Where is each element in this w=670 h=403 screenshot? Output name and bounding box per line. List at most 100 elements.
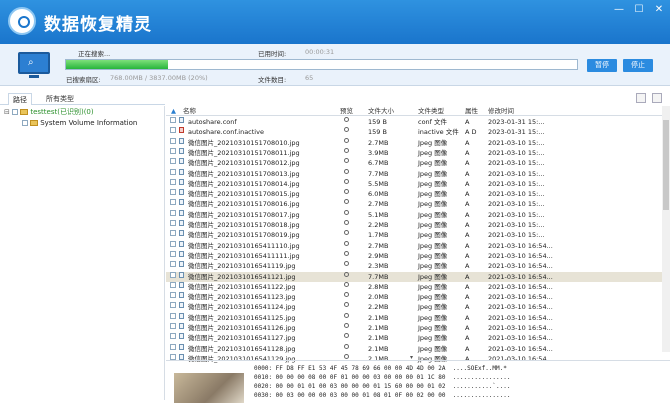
tree-item-root[interactable]: ⊟ testtest(已识别)(0) <box>4 107 94 117</box>
file-attr: A <box>465 200 470 209</box>
file-row[interactable]: 微信图片_20210310151708016.jpg 2.7MB Jpeg 图像 A 2… <box>166 199 662 209</box>
minimize-icon[interactable]: — <box>610 3 628 17</box>
sort-arrow-icon[interactable]: ▲ <box>171 106 176 116</box>
tab-path[interactable]: 路径 <box>8 93 32 105</box>
file-size: 2.3MB <box>368 262 389 271</box>
file-row[interactable]: 微信图片_20210310151708013.jpg 7.7MB Jpeg 图像 A 2… <box>166 168 662 179</box>
file-list-scrollbar[interactable] <box>662 106 670 352</box>
file-row[interactable]: 微信图片_2021031016541123.jpg 2.0MB Jpeg 图像 A 20… <box>166 292 662 302</box>
file-row[interactable]: 微信图片_20210310151708017.jpg 5.1MB Jpeg 图像 A 2… <box>166 209 662 220</box>
stop-button[interactable]: 停止 <box>623 59 653 72</box>
file-row[interactable]: 微信图片_20210310151708012.jpg 6.7MB Jpeg 图像 A 2… <box>166 158 662 168</box>
file-row[interactable]: 微信图片_2021031016541121.jpg 7.7MB Jpeg 图像 A 20… <box>166 271 662 282</box>
file-row[interactable]: 微信图片_20210310151708011.jpg 3.9MB Jpeg 图像 A 2… <box>166 147 662 158</box>
file-attr: A <box>465 169 470 178</box>
file-row[interactable]: 微信图片_20210310151708019.jpg 1.7MB Jpeg 图像 A 2… <box>166 230 662 240</box>
file-attr: A <box>465 159 470 168</box>
tree-root-label: testtest(已识别)(0) <box>30 108 94 116</box>
file-type: Jpeg 图像 <box>418 159 448 168</box>
file-type: Jpeg 图像 <box>418 334 448 343</box>
searched-value: 768.00MB / 3837.00MB (20%) <box>110 74 208 82</box>
file-attr: A <box>465 148 470 157</box>
tree-item-system-volume[interactable]: System Volume Information <box>22 118 137 128</box>
file-type: Jpeg 图像 <box>418 190 448 199</box>
file-type: conf 文件 <box>418 118 448 126</box>
scan-progress-bar <box>65 59 578 70</box>
file-type: Jpeg 图像 <box>418 282 448 291</box>
file-size: 6.7MB <box>368 159 389 168</box>
file-row[interactable]: 微信图片_20210310151708010.jpg 2.7MB Jpeg 图像 A 2… <box>166 137 662 148</box>
file-attr: A <box>465 303 470 312</box>
file-attr: A <box>465 221 470 229</box>
file-type: Jpeg 图像 <box>418 179 448 188</box>
hex-line: 0000: FF D8 FF E1 53 4F 45 78 69 66 00 0… <box>254 365 507 372</box>
file-name: 微信图片_2021031016541124.jpg <box>188 303 296 312</box>
pause-button[interactable]: 暂停 <box>587 59 617 72</box>
view-list-icon[interactable] <box>652 93 662 103</box>
file-name: 微信图片_20210310151708017.jpg <box>188 210 300 219</box>
scan-status-panel: ⌕ 正在搜索... 已用时间: 00:00:31 暂停 停止 已搜索扇区: 76… <box>0 44 670 86</box>
file-row[interactable]: autoshare.conf 159 B conf 文件 A 2023-01-31 15… <box>166 117 662 127</box>
file-row[interactable]: autoshare.conf.inactive 159 B inactive 文件 A… <box>166 127 662 137</box>
file-modified: 2021-03-10 16:54... <box>488 334 553 343</box>
file-attr: A <box>465 334 470 343</box>
image-preview-thumbnail <box>174 373 244 403</box>
file-modified: 2021-03-10 15:... <box>488 200 545 209</box>
checkbox[interactable] <box>12 109 19 115</box>
column-modified[interactable]: 修改时间 <box>488 106 514 116</box>
file-size: 2.8MB <box>368 282 389 291</box>
file-row[interactable]: 微信图片_20210310165411111.jpg 2.9MB Jpeg 图像 A 2… <box>166 250 662 261</box>
file-attr: A <box>465 190 470 199</box>
tree-child-label: System Volume Information <box>40 119 138 127</box>
view-grid-icon[interactable] <box>636 93 646 103</box>
file-row[interactable]: 微信图片_2021031016541119.jpg 2.3MB Jpeg 图像 A 20… <box>166 261 662 271</box>
file-name: 微信图片_2021031016541128.jpg <box>188 344 296 353</box>
file-modified: 2021-03-10 15:... <box>488 148 545 157</box>
file-modified: 2021-03-10 15:... <box>488 159 545 168</box>
file-type: Jpeg 图像 <box>418 231 448 240</box>
file-name: 微信图片_20210310151708010.jpg <box>188 138 300 147</box>
column-attr[interactable]: 属性 <box>465 106 478 116</box>
file-size: 1.7MB <box>368 231 389 240</box>
file-row[interactable]: 微信图片_20210310151708014.jpg 5.5MB Jpeg 图像 A 2… <box>166 178 662 189</box>
file-attr: A <box>465 344 470 353</box>
scrollbar-thumb[interactable] <box>663 120 669 210</box>
file-name: 微信图片_2021031016541125.jpg <box>188 313 296 322</box>
monitor-search-icon: ⌕ <box>18 52 50 78</box>
close-icon[interactable]: ✕ <box>650 3 668 17</box>
file-size: 159 B <box>368 128 387 137</box>
file-row[interactable]: 微信图片_2021031016541127.jpg 2.1MB Jpeg 图像 A 20… <box>166 333 662 343</box>
checkbox[interactable] <box>22 120 28 126</box>
file-modified: 2021-03-10 16:54... <box>488 272 553 281</box>
file-size: 7.7MB <box>368 272 389 281</box>
file-size: 3.9MB <box>368 148 389 157</box>
file-row[interactable]: 微信图片_2021031016541122.jpg 2.8MB Jpeg 图像 A 20… <box>166 281 662 292</box>
file-row[interactable]: 微信图片_20210310151708018.jpg 2.2MB Jpeg 图像 A 2… <box>166 220 662 230</box>
file-modified: 2021-03-10 15:... <box>488 179 545 188</box>
app-title: 数据恢复精灵 <box>44 15 152 35</box>
file-type: Jpeg 图像 <box>418 324 448 332</box>
file-row[interactable]: 微信图片_2021031016541128.jpg 2.1MB Jpeg 图像 A 20… <box>166 343 662 354</box>
file-row[interactable]: 微信图片_20210310165411110.jpg 2.7MB Jpeg 图像 A 2… <box>166 240 662 251</box>
maximize-icon[interactable]: ☐ <box>630 3 648 17</box>
column-size[interactable]: 文件大小 <box>368 106 394 116</box>
file-modified: 2021-03-10 16:54... <box>488 324 553 332</box>
file-row[interactable]: 微信图片_2021031016541126.jpg 2.1MB Jpeg 图像 A 20… <box>166 323 662 333</box>
file-row[interactable]: 微信图片_20210310151708015.jpg 6.0MB Jpeg 图像 A 2… <box>166 189 662 199</box>
file-list-header: ▲ 名称 预览 文件大小 文件类型 属性 修改时间 <box>166 106 670 116</box>
file-name: 微信图片_20210310151708018.jpg <box>188 221 300 229</box>
hex-preview-pane: 0000: FF D8 FF E1 53 4F 45 78 69 66 00 0… <box>166 360 670 403</box>
file-modified: 2021-03-10 15:... <box>488 231 545 240</box>
file-type: Jpeg 图像 <box>418 169 448 178</box>
file-type: Jpeg 图像 <box>418 272 448 281</box>
file-attr: A <box>465 324 470 332</box>
file-name: 微信图片_20210310151708014.jpg <box>188 179 300 188</box>
column-name[interactable]: 名称 <box>183 106 196 116</box>
file-modified: 2021-03-10 16:54... <box>488 262 553 271</box>
file-row[interactable]: 微信图片_2021031016541124.jpg 2.2MB Jpeg 图像 A 20… <box>166 302 662 312</box>
tab-all-types[interactable]: 所有类型 <box>42 93 78 105</box>
column-preview[interactable]: 预览 <box>340 106 353 116</box>
file-size: 2.0MB <box>368 293 389 302</box>
column-type[interactable]: 文件类型 <box>418 106 444 116</box>
file-row[interactable]: 微信图片_2021031016541125.jpg 2.1MB Jpeg 图像 A 20… <box>166 312 662 323</box>
